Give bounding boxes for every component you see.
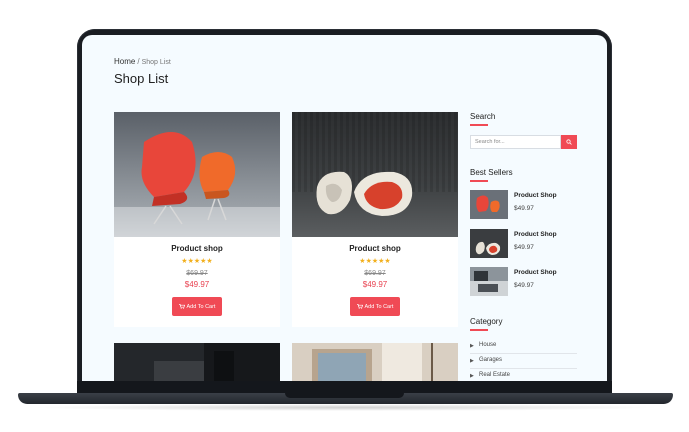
price: $49.97: [362, 280, 388, 289]
laptop-shadow: [30, 404, 661, 411]
best-seller-item[interactable]: Product Shop $49.97: [470, 267, 600, 297]
add-to-cart-button[interactable]: Add To Cart: [172, 297, 222, 316]
best-seller-item[interactable]: Product Shop $49.97: [470, 229, 600, 259]
product-card: [114, 343, 280, 381]
add-to-cart-button[interactable]: Add To Cart: [350, 297, 400, 316]
heading-underline: [470, 124, 488, 126]
cart-icon: [178, 304, 185, 309]
price: $49.97: [184, 280, 210, 289]
category-item-house[interactable]: ▶ House: [470, 340, 577, 354]
caret-right-icon: ▶: [470, 358, 474, 364]
old-price: $69.97: [186, 270, 208, 277]
sidebar: Search Search for... Best Sellers Produc…: [470, 35, 600, 381]
product-image[interactable]: [114, 112, 280, 237]
breadcrumb: Home / Shop List: [114, 57, 171, 66]
best-seller-name[interactable]: Product Shop: [514, 269, 557, 276]
product-image[interactable]: [292, 343, 458, 381]
search-input[interactable]: Search for...: [470, 135, 561, 149]
best-seller-name[interactable]: Product Shop: [514, 231, 557, 238]
caret-right-icon: ▶: [470, 373, 474, 379]
laptop-notch: [285, 393, 404, 398]
category-item-garages[interactable]: ▶ Garages: [470, 355, 577, 369]
best-seller-thumbnail[interactable]: [470, 229, 508, 258]
best-seller-thumbnail[interactable]: [470, 267, 508, 296]
best-seller-price: $49.97: [514, 205, 534, 212]
category-heading: Category: [470, 317, 503, 326]
breadcrumb-home[interactable]: Home: [114, 57, 135, 66]
heading-underline: [470, 180, 488, 182]
product-card: Product shop ★★★★★ $69.97 $49.97 Add To …: [114, 112, 280, 327]
screen: Home / Shop List Shop List Product shop …: [82, 35, 607, 381]
search-icon: [566, 139, 572, 145]
category-label: House: [479, 342, 497, 348]
laptop-frame: Home / Shop List Shop List Product shop …: [0, 0, 689, 432]
best-seller-name[interactable]: Product Shop: [514, 192, 557, 199]
category-label: Real Estate: [479, 372, 511, 378]
best-seller-price: $49.97: [514, 244, 534, 251]
best-seller-price: $49.97: [514, 282, 534, 289]
best-sellers-heading: Best Sellers: [470, 168, 513, 177]
search-button[interactable]: [561, 135, 577, 149]
caret-right-icon: ▶: [470, 343, 474, 349]
category-label: Garages: [479, 357, 503, 363]
product-name[interactable]: Product shop: [292, 244, 458, 253]
page-title: Shop List: [114, 71, 169, 86]
cart-icon: [356, 304, 363, 309]
product-card: Product shop ★★★★★ $69.97 $49.97 Add To …: [292, 112, 458, 327]
product-name[interactable]: Product shop: [114, 244, 280, 253]
add-to-cart-label: Add To Cart: [186, 303, 216, 310]
product-card: [292, 343, 458, 381]
breadcrumb-current: Shop List: [141, 59, 171, 66]
search-heading: Search: [470, 112, 496, 121]
heading-underline: [470, 329, 488, 331]
product-image[interactable]: [292, 112, 458, 237]
best-seller-item[interactable]: Product Shop $49.97: [470, 190, 600, 220]
rating-stars: ★★★★★: [181, 258, 213, 265]
best-seller-thumbnail[interactable]: [470, 190, 508, 219]
add-to-cart-label: Add To Cart: [364, 303, 394, 310]
old-price: $69.97: [364, 270, 386, 277]
category-item-real-estate[interactable]: ▶ Real Estate: [470, 370, 577, 381]
breadcrumb-separator: /: [137, 57, 140, 66]
product-image[interactable]: [114, 343, 280, 381]
rating-stars: ★★★★★: [359, 258, 391, 265]
